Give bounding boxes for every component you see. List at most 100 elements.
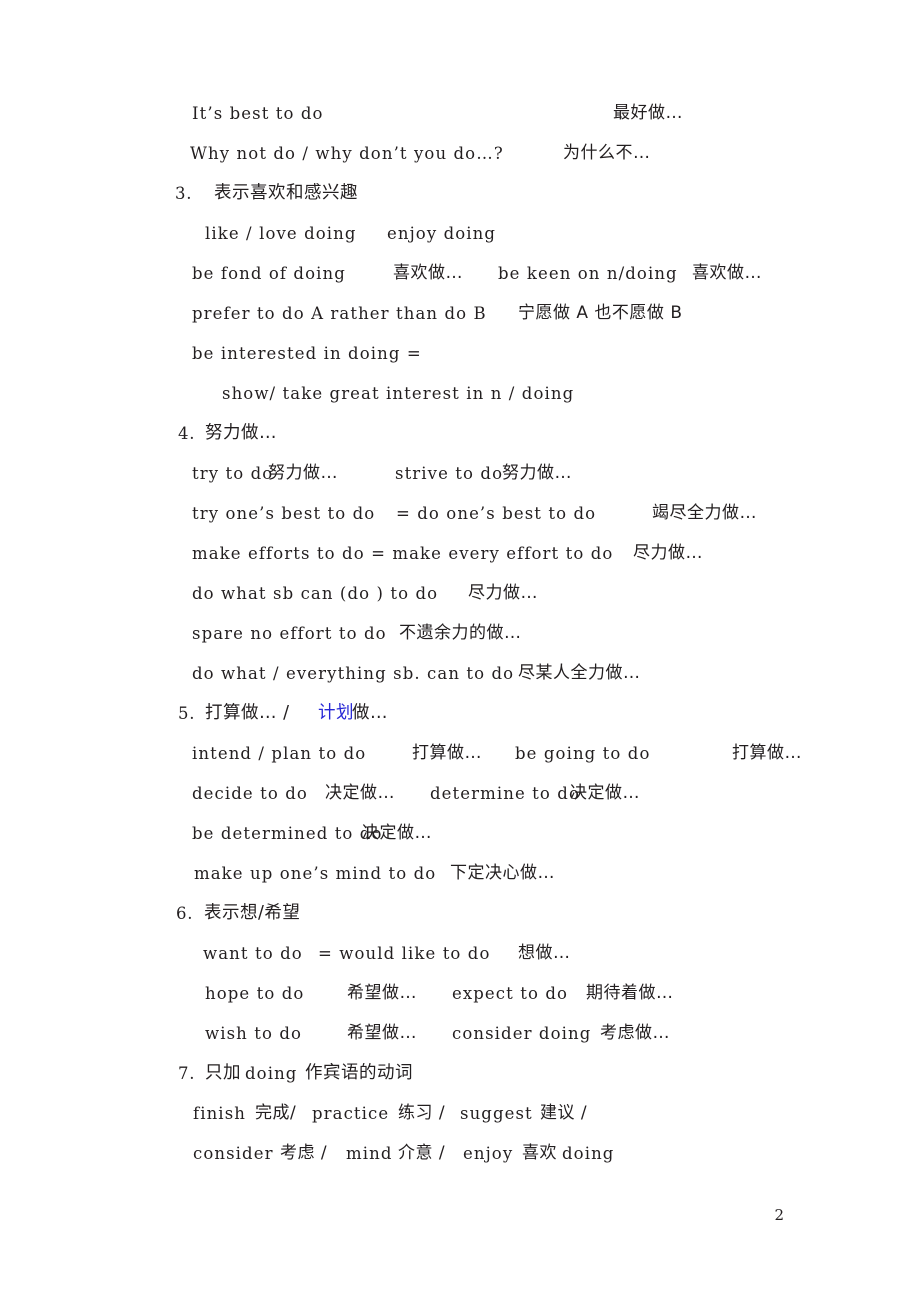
text-segment: intend / plan to do — [192, 744, 367, 763]
section-heading: 4. 努力做… — [0, 423, 920, 463]
text-segment: decide to do — [192, 784, 308, 803]
text-line: be fond of doing 喜欢做… be keen on n/doing 喜欢… — [0, 263, 920, 303]
text-line: try one’s best to do = do one’s best to d… — [0, 503, 920, 543]
text-line: do what sb can (do ) to do 尽力做… — [0, 583, 920, 623]
section-heading: 5. 打算做… / 计划 做… — [0, 703, 920, 743]
text-segment: doing — [562, 1144, 615, 1163]
text-segment: = do one’s best to do — [396, 504, 597, 523]
text-segment: 努力做… — [502, 463, 572, 483]
text-segment: 努力做… — [268, 463, 338, 483]
text-segment: 竭尽全力做… — [652, 503, 757, 523]
text-segment: 最好做… — [613, 103, 683, 123]
text-segment: 4. — [178, 424, 196, 443]
text-segment: 练习 / — [398, 1103, 446, 1123]
document-body: It’s best to do 最好做… Why not do / why don’… — [0, 103, 920, 1183]
text-segment: show/ take great interest in n / doing — [222, 384, 575, 403]
section-heading: 3. 表示喜欢和感兴趣 — [0, 183, 920, 223]
text-segment: 介意 / — [398, 1143, 446, 1163]
text-segment: 不遗余力的做… — [399, 623, 522, 643]
text-segment: try one’s best to do — [192, 504, 376, 523]
text-segment: strive to do — [395, 464, 504, 483]
text-line: make up one’s mind to do 下定决心做… — [0, 863, 920, 903]
text-segment: enjoy doing — [387, 224, 497, 243]
text-segment: 考虑做… — [600, 1023, 670, 1043]
text-segment: 努力做… — [205, 423, 277, 443]
text-line: make efforts to do = make every effort t… — [0, 543, 920, 583]
text-segment: 希望做… — [347, 1023, 417, 1043]
text-segment: 计划 — [318, 703, 354, 723]
text-segment: 尽力做… — [633, 543, 703, 563]
document-page: It’s best to do 最好做… Why not do / why don’… — [0, 0, 920, 1302]
text-line: spare no effort to do 不遗余力的做… — [0, 623, 920, 663]
text-segment: prefer to do A rather than do B — [192, 304, 487, 323]
text-segment: 7. — [178, 1064, 196, 1083]
text-segment: 想做… — [518, 943, 571, 963]
text-segment: consider doing — [452, 1024, 592, 1043]
text-segment: 建议 / — [540, 1103, 588, 1123]
text-segment: mind — [346, 1144, 393, 1163]
text-segment: be interested in doing = — [192, 344, 422, 363]
text-segment: 做… — [352, 703, 388, 723]
text-segment: 喜欢做… — [692, 263, 762, 283]
text-segment: consider — [193, 1144, 274, 1163]
text-segment: 3. — [175, 184, 193, 203]
text-segment: do what / everything sb. can to do — [192, 664, 515, 683]
text-segment: 打算做… / — [205, 703, 290, 723]
text-segment: hope to do — [205, 984, 305, 1003]
section-heading: 6. 表示想/希望 — [0, 903, 920, 943]
text-line: finish 完成/practice 练习 / suggest 建议 / — [0, 1103, 920, 1143]
text-segment: like / love doing — [205, 224, 357, 243]
text-line: want to do = would like to do 想做… — [0, 943, 920, 983]
text-segment: spare no effort to do — [192, 624, 387, 643]
section-heading: 7. 只加 doing 作宾语的动词 — [0, 1063, 920, 1103]
text-segment: finish — [193, 1104, 246, 1123]
text-segment: make efforts to do = make every effort t… — [192, 544, 614, 563]
text-line: do what / everything sb. can to do 尽某人全力做… — [0, 663, 920, 703]
text-line: prefer to do A rather than do B 宁愿做 A 也不愿… — [0, 303, 920, 343]
text-line: hope to do 希望做… expect to do 期待着做… — [0, 983, 920, 1023]
text-line: Why not do / why don’t you do…? 为什么不… — [0, 143, 920, 183]
text-segment: be going to do — [515, 744, 651, 763]
text-line: like / love doing enjoy doing — [0, 223, 920, 263]
text-line: consider 考虑 / mind 介意 / enjoy 喜欢 doing — [0, 1143, 920, 1183]
text-line: be interested in doing = — [0, 343, 920, 383]
text-segment: doing — [245, 1064, 298, 1083]
text-segment: 决定做… — [362, 823, 432, 843]
text-segment: 希望做… — [347, 983, 417, 1003]
text-segment: 为什么不… — [563, 143, 651, 163]
text-segment: try to do — [192, 464, 274, 483]
text-line: try to do 努力做… strive to do 努力做… — [0, 463, 920, 503]
page-number: 2 — [774, 1206, 784, 1224]
text-line: decide to do 决定做… determine to do 决定做… — [0, 783, 920, 823]
text-segment: make up one’s mind to do — [194, 864, 437, 883]
text-segment: Why not do / why don’t you do…? — [190, 144, 504, 163]
text-segment: suggest — [460, 1104, 533, 1123]
text-segment: 喜欢 — [522, 1143, 557, 1163]
text-segment: 作宾语的动词 — [305, 1063, 413, 1083]
text-line: be determined to do 决定做… — [0, 823, 920, 863]
text-segment: 下定决心做… — [450, 863, 555, 883]
text-segment: 打算做… — [732, 743, 802, 763]
text-segment: 考虑 / — [280, 1143, 328, 1163]
text-line: It’s best to do 最好做… — [0, 103, 920, 143]
text-segment: 5. — [178, 704, 196, 723]
text-line: wish to do 希望做… consider doing 考虑做… — [0, 1023, 920, 1063]
text-segment: 表示喜欢和感兴趣 — [214, 183, 358, 203]
text-segment: 打算做… — [412, 743, 482, 763]
text-segment: be fond of doing — [192, 264, 346, 283]
text-segment: do what sb can (do ) to do — [192, 584, 439, 603]
text-segment: be keen on n/doing — [498, 264, 678, 283]
text-segment: 尽力做… — [468, 583, 538, 603]
text-segment: practice — [312, 1104, 390, 1123]
text-line: intend / plan to do 打算做… be going to do 打算做… — [0, 743, 920, 783]
text-segment: 宁愿做 A 也不愿做 B — [518, 303, 683, 323]
text-segment: 喜欢做… — [393, 263, 463, 283]
text-segment: enjoy — [463, 1144, 514, 1163]
text-segment: wish to do — [205, 1024, 303, 1043]
text-segment: be determined to do — [192, 824, 383, 843]
text-segment: want to do — [203, 944, 303, 963]
text-segment: 尽某人全力做… — [518, 663, 641, 683]
text-segment: 完成/ — [255, 1103, 297, 1123]
text-segment: determine to do — [430, 784, 580, 803]
text-segment: 期待着做… — [586, 983, 674, 1003]
